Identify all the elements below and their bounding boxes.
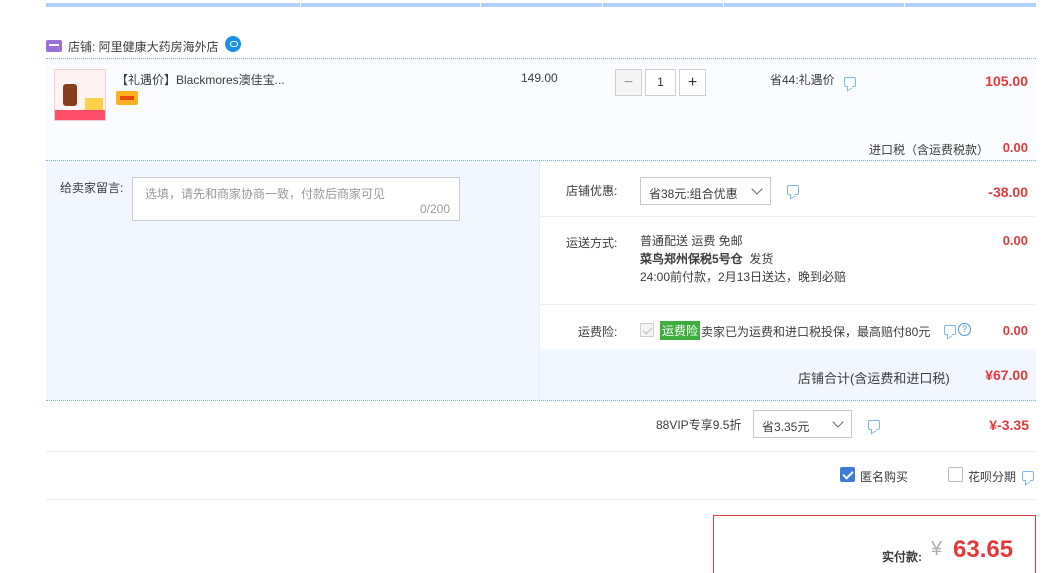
payment-currency: ¥: [931, 538, 943, 560]
vip-discount-dropdown[interactable]: 省3.35元: [753, 410, 852, 438]
column-divider: [602, 3, 603, 7]
delivery-promise: 24:00前付款，2月13日送达，晚到必赔: [640, 270, 847, 284]
unit-price: 149.00: [521, 71, 558, 85]
shop-options: 店铺优惠: 省38元:组合优惠 -38.00 运送方式: 普通配送 运费 免邮 …: [539, 161, 1036, 401]
column-divider: [904, 3, 905, 7]
item-saving: 省44:礼遇价: [770, 73, 835, 87]
vip-discount-value: ¥-3.35: [989, 417, 1029, 433]
shipping-method: 普通配送 运费 免邮: [640, 234, 743, 248]
row-divider: [540, 216, 1036, 217]
product-image[interactable]: [54, 69, 106, 121]
info-bubble-icon[interactable]: [868, 420, 880, 430]
quantity-increase-button[interactable]: +: [679, 69, 706, 96]
shop-discount-value: -38.00: [988, 184, 1028, 200]
shipping-value: 0.00: [1002, 233, 1028, 248]
top-divider: [46, 3, 1036, 7]
promo-tag-graphic: [85, 98, 103, 110]
import-tax-value: 0.00: [1002, 140, 1028, 155]
section-divider: [46, 400, 1036, 401]
anonymous-label[interactable]: 匿名购买: [860, 468, 908, 485]
product-bottle-graphic: [63, 84, 77, 106]
insurance-tag: 运费险: [660, 321, 701, 340]
insurance-value: 0.00: [1002, 323, 1028, 338]
payment-amount: 63.65: [953, 536, 1014, 563]
promo-banner-graphic: [55, 110, 105, 120]
warehouse-suffix: 发货: [749, 252, 774, 266]
order-options-panel: 给卖家留言: 选填，请先和商家协商一致，付款后商家可见 0/200 店铺优惠: …: [46, 160, 1036, 401]
huabei-label[interactable]: 花呗分期: [968, 468, 1016, 485]
shop-name[interactable]: 店铺: 阿里健康大药房海外店: [68, 38, 219, 55]
chat-icon[interactable]: [224, 36, 241, 52]
column-divider: [480, 3, 481, 7]
shop-discount-selected: 省38元:组合优惠: [649, 187, 738, 201]
quantity-input[interactable]: 1: [645, 69, 676, 96]
huabei-checkbox[interactable]: [948, 467, 963, 482]
insurance-label: 运费险:: [578, 325, 618, 339]
warehouse-name: 菜鸟郑州保税5号仓: [640, 252, 743, 266]
info-bubble-icon[interactable]: [787, 185, 799, 195]
anonymous-checkbox[interactable]: [840, 467, 855, 482]
shop-total-label: 店铺合计(含运费和进口税): [798, 371, 950, 386]
shop-total-value: ¥67.00: [985, 367, 1028, 383]
message-placeholder: 选填，请先和商家协商一致，付款后商家可见: [145, 187, 386, 201]
chevron-down-icon: [832, 416, 844, 428]
shipping-warehouse: 菜鸟郑州保税5号仓 发货: [640, 250, 846, 268]
row-divider: [46, 499, 1036, 500]
info-bubble-icon[interactable]: [844, 77, 856, 87]
shop-discount-dropdown[interactable]: 省38元:组合优惠: [640, 177, 771, 205]
import-tax-label: 进口税（含运费税款）: [869, 143, 990, 157]
vip-discount-label: 88VIP专享9.5折: [656, 418, 742, 432]
column-divider: [723, 3, 724, 7]
message-label: 给卖家留言:: [60, 181, 124, 195]
shop-total-band: [540, 349, 1036, 401]
row-divider: [46, 451, 1036, 452]
row-divider: [540, 304, 1036, 305]
card-badge-icon: [116, 91, 138, 105]
insurance-description: 卖家已为运费和进口税投保，最高赔付80元: [701, 325, 931, 339]
item-subtotal: 105.00: [985, 73, 1028, 89]
insurance-checkbox: [640, 323, 654, 337]
product-title[interactable]: 【礼遇价】Blackmores澳佳宝...: [116, 71, 285, 88]
payment-summary: 实付款: ¥ 63.65: [713, 515, 1036, 573]
info-bubble-icon[interactable]: [1022, 471, 1034, 481]
message-char-count: 0/200: [419, 202, 450, 216]
payment-label: 实付款:: [882, 550, 922, 564]
help-icon[interactable]: ?: [958, 323, 971, 336]
quantity-decrease-button[interactable]: −: [615, 69, 642, 96]
shipping-label: 运送方式:: [566, 236, 618, 250]
chevron-down-icon: [751, 183, 763, 195]
shop-header: 店铺: 阿里健康大药房海外店: [46, 36, 241, 56]
vip-discount-selected: 省3.35元: [762, 420, 810, 434]
shop-icon: [46, 40, 62, 52]
info-bubble-icon[interactable]: [944, 325, 956, 335]
quantity-stepper: − 1 +: [615, 69, 706, 96]
shipping-details: 普通配送 运费 免邮 菜鸟郑州保税5号仓 发货 24:00前付款，2月13日送达…: [640, 232, 846, 286]
seller-message-input[interactable]: 选填，请先和商家协商一致，付款后商家可见 0/200: [132, 177, 460, 221]
column-divider: [300, 3, 301, 7]
shop-discount-label: 店铺优惠:: [566, 184, 618, 198]
order-item: 【礼遇价】Blackmores澳佳宝... 149.00 − 1 + 省44:礼…: [46, 58, 1036, 160]
